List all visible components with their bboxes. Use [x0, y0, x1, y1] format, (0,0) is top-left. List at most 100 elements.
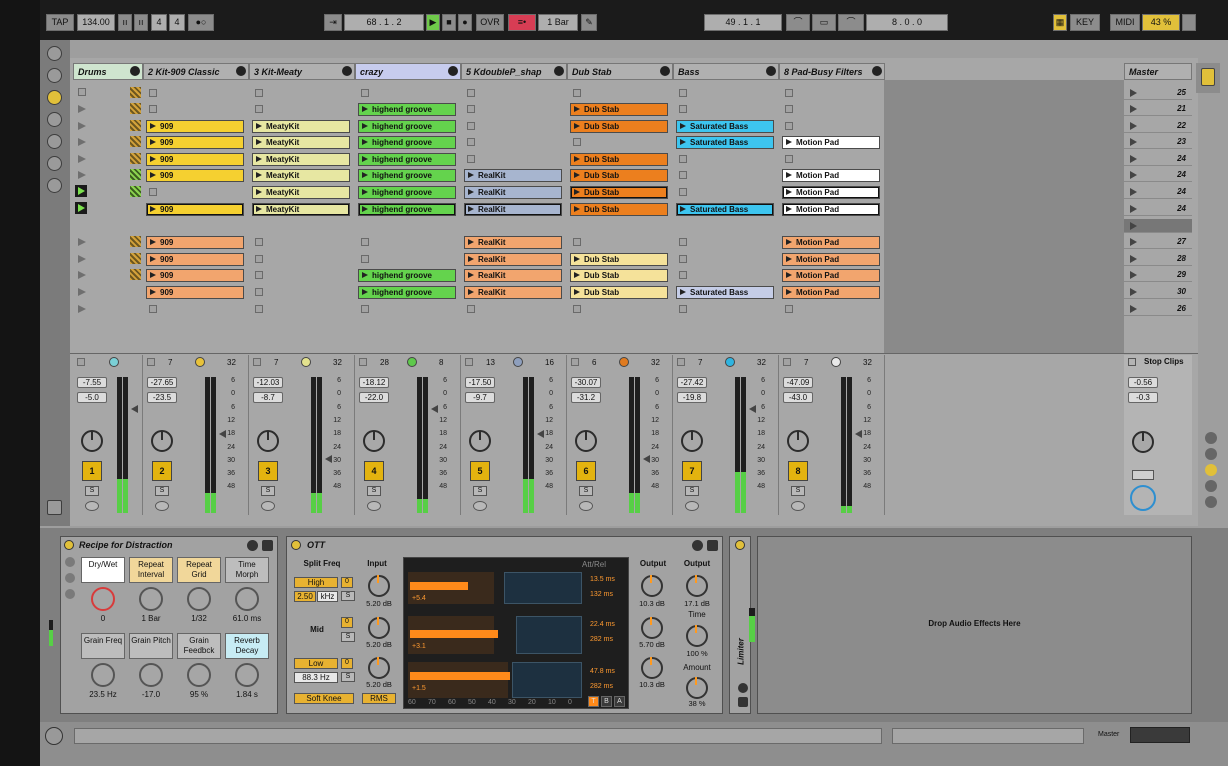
mid-band-mute-icon[interactable]: 0	[341, 617, 353, 628]
volume-fader-handle[interactable]	[131, 405, 138, 413]
macro-label[interactable]: Grain Feedbck	[177, 633, 221, 659]
macro-knob[interactable]	[235, 587, 259, 611]
track-fold-icon[interactable]	[236, 66, 246, 76]
ott-power-icon[interactable]	[291, 540, 301, 550]
clip[interactable]: Motion Pad	[782, 236, 880, 249]
clip[interactable]: 909	[146, 203, 244, 216]
clip-slot-play-icon[interactable]	[78, 171, 86, 179]
scene-play-icon[interactable]	[1130, 271, 1137, 279]
empty-clip-slot[interactable]	[573, 305, 581, 313]
clip[interactable]: Dub Stab	[570, 153, 668, 166]
high-freq-value[interactable]: 2.50	[294, 591, 316, 602]
key-map-icon[interactable]: ▦	[1053, 14, 1067, 31]
follow-button[interactable]: ⇥	[324, 14, 342, 31]
track-fold-icon[interactable]	[660, 66, 670, 76]
clip[interactable]: RealKit	[464, 253, 562, 266]
macro-label[interactable]: Grain Pitch	[129, 633, 173, 659]
volume-fader-handle[interactable]	[855, 430, 862, 438]
pan-knob[interactable]	[363, 430, 385, 452]
empty-clip-slot[interactable]	[149, 188, 157, 196]
track-color-knob-icon[interactable]	[301, 357, 311, 367]
loop-start-field[interactable]: 49 . 1 . 1	[704, 14, 782, 31]
cue-volume-knob[interactable]	[1130, 485, 1156, 511]
macro-knob[interactable]	[91, 587, 115, 611]
scene-play-icon[interactable]	[1130, 155, 1137, 163]
empty-clip-slot[interactable]	[255, 255, 263, 263]
master-track-header[interactable]: Master	[1124, 63, 1192, 80]
key-map-button[interactable]: KEY	[1070, 14, 1100, 31]
clip[interactable]: Saturated Bass	[676, 136, 774, 149]
places-browser-icon[interactable]	[47, 178, 62, 193]
arm-record-icon[interactable]	[85, 501, 99, 511]
empty-clip-slot[interactable]	[467, 122, 475, 130]
rack-power-icon[interactable]	[64, 540, 74, 550]
empty-clip-slot[interactable]	[467, 155, 475, 163]
clip[interactable]: highend groove	[358, 103, 456, 116]
arm-record-icon[interactable]	[791, 501, 805, 511]
empty-clip-slot[interactable]	[467, 138, 475, 146]
clip[interactable]: Motion Pad	[782, 186, 880, 199]
clip[interactable]: MeatyKit	[252, 169, 350, 182]
clip-stop-button[interactable]	[467, 89, 475, 97]
track-arm-stop-icon[interactable]	[465, 358, 473, 366]
nudge-down-button[interactable]: ıı	[118, 14, 132, 31]
scene-launch[interactable]: 30	[1124, 285, 1192, 299]
clip-slot-play-icon[interactable]	[78, 288, 86, 296]
limiter-save-icon[interactable]	[738, 697, 748, 707]
time-knob[interactable]	[686, 625, 708, 647]
scene-play-icon[interactable]	[1130, 222, 1137, 230]
high-band-button[interactable]: High	[294, 577, 338, 588]
clip[interactable]: Dub Stab	[570, 253, 668, 266]
empty-clip-slot[interactable]	[785, 105, 793, 113]
scene-play-icon[interactable]	[1130, 188, 1137, 196]
master-crossfader-icon[interactable]	[1132, 470, 1154, 480]
track-arm-stop-icon[interactable]	[77, 358, 85, 366]
scene-launch[interactable]: 22	[1124, 119, 1192, 133]
pan-knob[interactable]	[681, 430, 703, 452]
clip-stop-button[interactable]	[255, 89, 263, 97]
browser-toggle-icon[interactable]	[47, 46, 62, 61]
track-activator-button[interactable]: 8	[788, 461, 808, 481]
punch-out-button[interactable]: ⌒	[838, 14, 864, 31]
scene-play-icon[interactable]	[1130, 238, 1137, 246]
clip[interactable]: highend groove	[358, 153, 456, 166]
arm-record-icon[interactable]	[473, 501, 487, 511]
track-header[interactable]: 5 KdoubleP_shap	[461, 63, 567, 80]
empty-clip-slot[interactable]	[679, 305, 687, 313]
quantize-menu[interactable]: 1 Bar	[538, 14, 578, 31]
scene-launch[interactable]: 25	[1124, 86, 1192, 100]
track-volume[interactable]: -18.12	[359, 377, 389, 388]
rms-button[interactable]: RMS	[362, 693, 396, 704]
macro-label[interactable]: Grain Freq	[81, 633, 125, 659]
soft-knee-button[interactable]: Soft Knee	[294, 693, 354, 704]
rack-hot-swap-icon[interactable]	[247, 540, 258, 551]
track-arm-stop-icon[interactable]	[677, 358, 685, 366]
clip[interactable]: Saturated Bass	[676, 203, 774, 216]
scene-launch[interactable]: 29	[1124, 268, 1192, 282]
low-freq-value[interactable]: 88.3 Hz	[294, 672, 338, 683]
amount-knob[interactable]	[686, 677, 708, 699]
empty-clip-slot[interactable]	[679, 155, 687, 163]
track-arm-stop-icon[interactable]	[253, 358, 261, 366]
track-header[interactable]: 8 Pad-Busy Filters	[779, 63, 885, 80]
track-volume[interactable]: -47.09	[783, 377, 813, 388]
arm-record-icon[interactable]	[685, 501, 699, 511]
macro-knob[interactable]	[187, 587, 211, 611]
clip[interactable]: Dub Stab	[570, 269, 668, 282]
macro-label[interactable]: Repeat Interval	[129, 557, 173, 583]
clip-slot-play-icon[interactable]	[78, 238, 86, 246]
pan-knob[interactable]	[469, 430, 491, 452]
track-activator-button[interactable]: 3	[258, 461, 278, 481]
device-browser-icon[interactable]	[47, 68, 62, 83]
macro-knob[interactable]	[139, 663, 163, 687]
stop-button[interactable]: ■	[442, 14, 456, 31]
pan-knob[interactable]	[151, 430, 173, 452]
solo-button[interactable]: S	[579, 486, 593, 496]
clip[interactable]: Dub Stab	[570, 103, 668, 116]
display-mode-button[interactable]: B	[601, 696, 612, 707]
arm-record-icon[interactable]	[261, 501, 275, 511]
empty-clip-slot[interactable]	[679, 105, 687, 113]
track-fold-icon[interactable]	[448, 66, 458, 76]
scene-play-icon[interactable]	[1130, 255, 1137, 263]
macro-label[interactable]: Repeat Grid	[177, 557, 221, 583]
